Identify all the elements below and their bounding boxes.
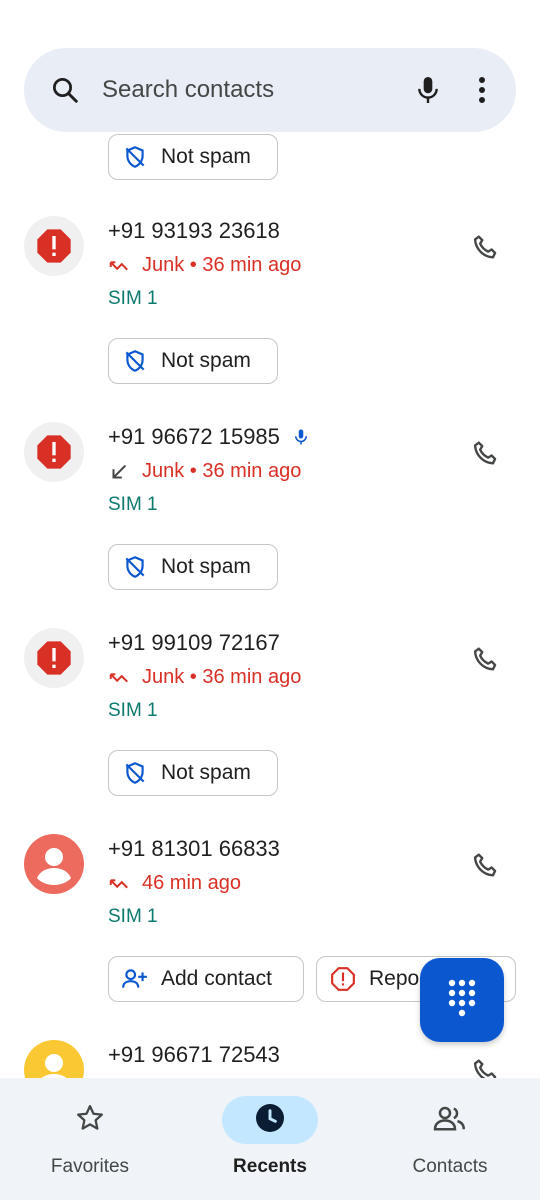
call-log-entry[interactable]: +91 81301 66833 46 min ago SIM 1 <box>0 834 540 944</box>
sim-label: SIM 1 <box>108 288 158 309</box>
transcript-mic-icon <box>292 426 310 448</box>
not-spam-icon <box>121 143 149 171</box>
missed-call-icon <box>108 667 130 689</box>
call-button[interactable] <box>466 436 506 476</box>
call-button[interactable] <box>466 848 506 888</box>
call-button[interactable] <box>466 230 506 270</box>
report-icon <box>329 965 357 993</box>
phone-number: +91 96671 72543 <box>108 1042 280 1067</box>
phone-number: +91 93193 23618 <box>108 218 280 243</box>
spam-alert-icon <box>24 216 84 276</box>
nav-label: Contacts <box>412 1156 488 1177</box>
not-spam-button[interactable]: Not spam <box>108 750 278 796</box>
sim-label: SIM 1 <box>108 700 158 721</box>
call-button[interactable] <box>466 642 506 682</box>
call-status: Junk • 36 min ago <box>108 666 301 689</box>
phone-number: +91 96672 15985 <box>108 424 310 450</box>
person-icon <box>24 834 84 894</box>
more-vert-icon[interactable] <box>471 72 492 108</box>
not-spam-label: Not spam <box>161 349 251 372</box>
not-spam-button[interactable]: Not spam <box>108 134 278 180</box>
missed-call-icon <box>108 873 130 895</box>
dialpad-button[interactable] <box>420 958 504 1042</box>
phone-icon <box>470 232 502 269</box>
phone-icon <box>470 438 502 475</box>
call-log-list[interactable]: Not spam +91 93193 23618 Junk • 36 min a… <box>0 0 540 1078</box>
nav-icon-container <box>42 1096 138 1144</box>
phone-number: +91 81301 66833 <box>108 836 280 861</box>
phone-icon <box>470 1056 502 1078</box>
bottom-navigation: Favorites Recents Contacts <box>0 1078 540 1200</box>
sim-label: SIM 1 <box>108 906 158 927</box>
call-log-entry[interactable]: +91 99109 72167 Junk • 36 min ago SIM 1 <box>0 628 540 738</box>
phone-icon <box>470 850 502 887</box>
not-spam-icon <box>121 553 149 581</box>
nav-icon-container <box>222 1096 318 1144</box>
not-spam-label: Not spam <box>161 145 251 168</box>
spam-alert-icon <box>24 422 84 482</box>
incoming-call-icon <box>108 461 130 483</box>
call-log-entry[interactable]: +91 93193 23618 Junk • 36 min ago SIM 1 <box>0 216 540 326</box>
nav-icon-container <box>402 1096 498 1144</box>
call-status: 46 min ago <box>108 872 241 895</box>
call-log-entry[interactable]: +91 96672 15985 Junk • 36 min ago SIM 1 <box>0 422 540 532</box>
call-button[interactable] <box>466 1054 506 1078</box>
not-spam-icon <box>121 759 149 787</box>
not-spam-button[interactable]: Not spam <box>108 544 278 590</box>
sim-label: SIM 1 <box>108 494 158 515</box>
search-bar[interactable] <box>24 48 516 132</box>
phone-app-recents-screen: Not spam +91 93193 23618 Junk • 36 min a… <box>0 0 540 1200</box>
not-spam-button[interactable]: Not spam <box>108 338 278 384</box>
nav-favorites[interactable]: Favorites <box>0 1078 180 1200</box>
nav-recents[interactable]: Recents <box>180 1078 360 1200</box>
call-log-entry[interactable]: +91 96671 72543 <box>0 1040 540 1078</box>
not-spam-label: Not spam <box>161 761 251 784</box>
add-contact-label: Add contact <box>161 967 272 990</box>
phone-icon <box>470 644 502 681</box>
nav-label: Recents <box>233 1156 307 1177</box>
not-spam-label: Not spam <box>161 555 251 578</box>
spam-alert-icon <box>24 628 84 688</box>
call-status: Junk • 36 min ago <box>108 460 301 483</box>
person-icon <box>24 1040 84 1078</box>
mic-icon[interactable] <box>412 72 443 108</box>
call-status: Junk • 36 min ago <box>108 254 301 277</box>
phone-number: +91 99109 72167 <box>108 630 280 655</box>
clock-icon <box>254 1102 286 1139</box>
dialpad-icon <box>447 978 477 1023</box>
nav-contacts[interactable]: Contacts <box>360 1078 540 1200</box>
missed-call-icon <box>108 255 130 277</box>
not-spam-icon <box>121 347 149 375</box>
add-contact-button[interactable]: Add contact <box>108 956 304 1002</box>
search-icon[interactable] <box>50 75 80 105</box>
search-input[interactable] <box>102 70 412 110</box>
nav-label: Favorites <box>50 1156 130 1177</box>
add-contact-icon <box>121 965 149 993</box>
star-icon <box>75 1103 105 1138</box>
people-icon <box>432 1103 468 1138</box>
